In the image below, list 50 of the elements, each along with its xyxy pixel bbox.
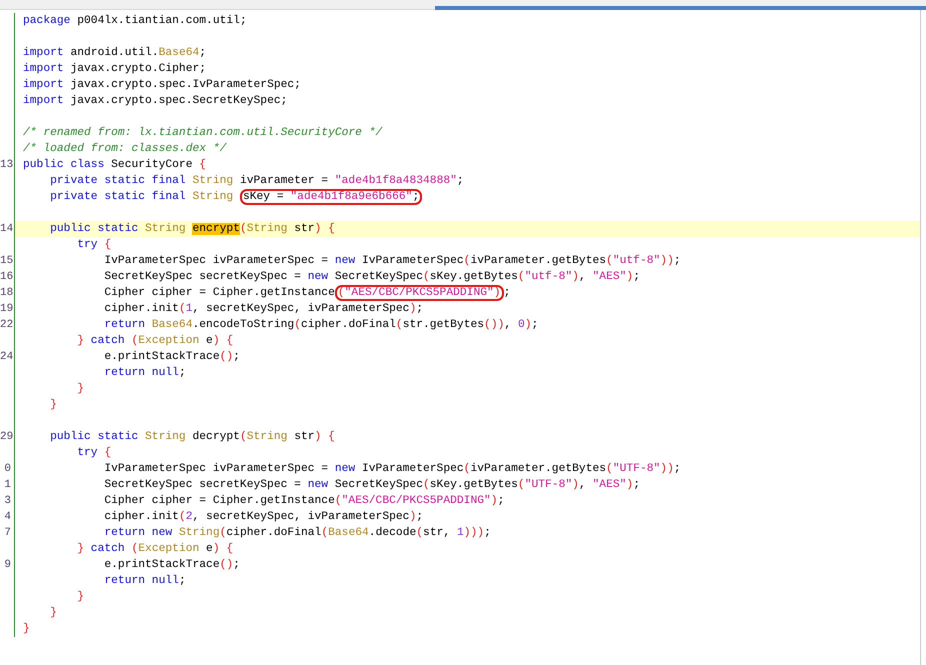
code-line: package p004lx.tiantian.com.util;: [23, 14, 247, 29]
line-number: 29: [0, 430, 14, 445]
code-line: public static String encrypt(String str) {: [49, 222, 335, 237]
code-line: e.printStackTrace();: [103, 558, 240, 573]
code-line: } catch (Exception e) {: [76, 334, 234, 349]
code-line: cipher.init(2, secretKeySpec, ivParameterSpec);: [103, 510, 423, 525]
code-line: try {: [76, 446, 112, 461]
code-line: e.printStackTrace();: [103, 350, 240, 365]
code-line: Cipher cipher = Cipher.getInstance("AES/CBC/PKCS5PADDING");: [103, 494, 504, 509]
code-line: return null;: [103, 574, 186, 589]
code-line: }: [23, 622, 30, 637]
line-number: 19: [0, 302, 14, 317]
code-line: SecretKeySpec secretKeySpec = new SecretKeySpec(sKey.getBytes("UTF-8"), "AES");: [103, 478, 640, 493]
code-line: return null;: [103, 366, 186, 381]
code-line: import javax.crypto.Cipher;: [23, 62, 206, 77]
code-line: IvParameterSpec ivParameterSpec = new IvParameterSpec(ivParameter.getBytes("UTF-8"));: [103, 462, 681, 477]
code-line: public static String decrypt(String str) {: [49, 430, 335, 445]
line-number: 18: [0, 286, 14, 301]
code-line: return Base64.encodeToString(cipher.doFinal(str.getBytes()), 0);: [103, 318, 538, 333]
code-line: } catch (Exception e) {: [76, 542, 234, 557]
code-line: public class SecurityCore {: [23, 158, 206, 173]
line-number: 4: [4, 510, 11, 525]
line-number: 16: [0, 270, 14, 285]
code-line: import android.util.Base64;: [23, 46, 206, 61]
line-number: 9: [4, 558, 11, 573]
line-number: 24: [0, 350, 14, 365]
line-number: 15: [0, 254, 14, 269]
line-number: 14: [0, 222, 14, 237]
code-line: IvParameterSpec ivParameterSpec = new IvParameterSpec(ivParameter.getBytes("utf-8"));: [103, 254, 681, 269]
code-line: return new String(cipher.doFinal(Base64.decode(str, 1)));: [103, 526, 491, 541]
line-number: 22: [0, 318, 14, 333]
line-number: 1: [4, 478, 11, 493]
code-line: private static final String sKey = "ade4b1f8a9e6b666";: [23, 189, 422, 205]
code-line: }: [49, 606, 57, 621]
code-line: cipher.init(1, secretKeySpec, ivParameterSpec);: [103, 302, 423, 317]
line-number: 3: [4, 494, 11, 509]
code-line: }: [76, 590, 84, 605]
code-line: }: [49, 398, 57, 413]
line-number: 7: [4, 526, 11, 541]
code-line: import javax.crypto.spec.SecretKeySpec;: [23, 94, 288, 109]
code-line: /* loaded from: classes.dex */: [23, 142, 226, 157]
code-line: SecretKeySpec secretKeySpec = new SecretKeySpec(sKey.getBytes("utf-8"), "AES");: [103, 270, 640, 285]
code-line: import javax.crypto.spec.IvParameterSpec;: [23, 78, 301, 93]
code-line: /* renamed from: lx.tiantian.com.util.SecurityCore */: [23, 126, 382, 141]
code-line: }: [76, 382, 84, 397]
line-number: 0: [4, 462, 11, 477]
line-number: 13: [0, 158, 14, 173]
code-line: try {: [76, 238, 112, 253]
code-line: Cipher cipher = Cipher.getInstance ("AES/CBC/PKCS5PADDING") ;: [103, 286, 510, 301]
code-line: private static final String ivParameter = "ade4b1f8a4834888";: [49, 174, 464, 189]
